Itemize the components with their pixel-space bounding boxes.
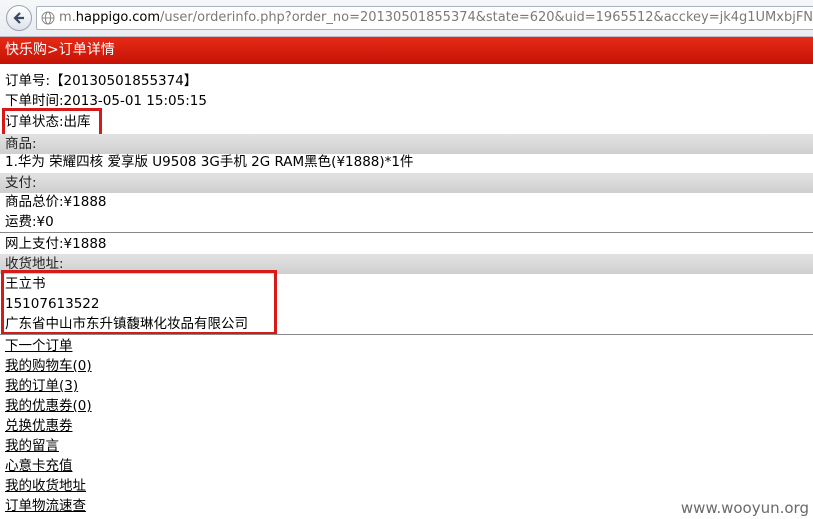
- link-item: 我的优惠券(0): [5, 396, 92, 416]
- divider: [0, 334, 813, 335]
- order-number: 订单号:【20130501855374】: [5, 73, 198, 89]
- address-bar[interactable]: m.happigo.com/user/orderinfo.php?order_n…: [36, 6, 813, 30]
- link-item: 我的购物车(0): [5, 356, 92, 376]
- globe-icon: [41, 11, 55, 25]
- watermark: www.wooyun.org: [680, 499, 809, 517]
- shipping-fee: 运费:¥0: [5, 214, 54, 230]
- browser-toolbar: m.happigo.com/user/orderinfo.php?order_n…: [0, 0, 813, 37]
- goods-label: 商品:: [5, 136, 37, 152]
- total-price: 商品总价:¥1888: [5, 194, 107, 210]
- goods-section-header: 商品:: [0, 134, 813, 154]
- my-messages-link[interactable]: 我的留言: [5, 438, 59, 454]
- link-item: 下一个订单: [5, 336, 73, 356]
- link-item: 兑换优惠券: [5, 416, 73, 436]
- back-arrow-icon: [13, 12, 24, 24]
- link-item: 我的留言: [5, 436, 59, 456]
- my-address-link[interactable]: 我的收货地址: [5, 478, 86, 494]
- link-item: 我的订单(3): [5, 376, 78, 396]
- shopping-cart-link[interactable]: 我的购物车(0): [5, 358, 92, 374]
- payment-label: 支付:: [5, 175, 37, 191]
- address-highlight-box: [1, 270, 277, 335]
- link-item: 心意卡充值: [5, 456, 73, 476]
- url-host: happigo.com: [75, 10, 160, 25]
- url-path: /user/orderinfo.php?order_no=20130501855…: [160, 10, 813, 25]
- url-text: m.happigo.com/user/orderinfo.php?order_n…: [59, 10, 813, 25]
- link-item: 订单物流速查: [5, 496, 86, 516]
- link-item: 我的收货地址: [5, 476, 86, 496]
- logistics-tracking-link[interactable]: 订单物流速查: [5, 498, 86, 514]
- online-payment: 网上支付:¥1888: [5, 236, 107, 252]
- next-order-link[interactable]: 下一个订单: [5, 338, 73, 354]
- page-title: 快乐购>订单详情: [0, 37, 813, 64]
- back-button[interactable]: [6, 5, 32, 31]
- goods-item: 1.华为 荣耀四核 爱享版 U9508 3G手机 2G RAM黑色(¥1888)…: [5, 154, 414, 170]
- divider: [0, 232, 813, 233]
- gift-card-topup-link[interactable]: 心意卡充值: [5, 458, 73, 474]
- my-orders-link[interactable]: 我的订单(3): [5, 378, 78, 394]
- payment-section-header: 支付:: [0, 173, 813, 193]
- url-prefix: m.: [59, 10, 76, 25]
- redeem-coupon-link[interactable]: 兑换优惠券: [5, 418, 73, 434]
- status-highlight-box: [2, 108, 102, 137]
- my-coupons-link[interactable]: 我的优惠券(0): [5, 398, 92, 414]
